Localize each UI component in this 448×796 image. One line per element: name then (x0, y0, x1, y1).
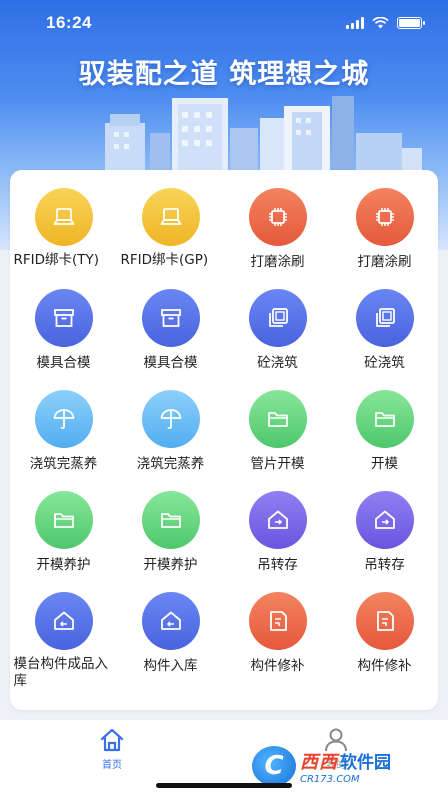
grid-item[interactable]: 模具合模 (117, 289, 224, 390)
grid-item[interactable]: 构件修补 (331, 592, 438, 693)
status-bar: 16:24 (0, 0, 448, 46)
status-icons (346, 17, 425, 29)
grid-item-label: 浇筑完蒸养 (136, 456, 205, 472)
grid-item[interactable]: 浇筑完蒸养 (10, 390, 117, 491)
house-transfer-icon (267, 510, 288, 529)
grid-item-label: 砼浇筑 (257, 355, 298, 371)
signal-icon (346, 17, 364, 29)
green-circle (141, 491, 200, 549)
blue-circle (248, 289, 307, 347)
grid-item-label: 吊转存 (257, 557, 298, 573)
grid-item-label: 构件入库 (143, 658, 198, 674)
grid-item-label: 打磨涂刷 (357, 254, 412, 270)
house-in-icon (160, 611, 181, 630)
grid-item-label: RFID绑卡(GP) (120, 252, 209, 268)
chip-icon (375, 208, 394, 226)
layers-icon (268, 308, 288, 327)
tablet-icon (160, 208, 181, 225)
sky-circle (34, 390, 93, 448)
grid-item[interactable]: 砼浇筑 (331, 289, 438, 390)
repair-doc-icon (376, 611, 394, 631)
status-time: 16:24 (46, 13, 92, 32)
grid-item[interactable]: 管片开模 (224, 390, 331, 491)
purple-circle (248, 491, 307, 549)
grid-item-label: 开模养护 (143, 557, 198, 573)
grid-item[interactable]: 开模养护 (10, 491, 117, 592)
grid-item-label: 模具合模 (36, 355, 91, 371)
green-circle (34, 491, 93, 549)
watermark: C 西西 软件园 CR173.COM (252, 744, 422, 788)
green-circle (355, 390, 414, 448)
box-icon (53, 309, 74, 327)
purple-circle (355, 491, 414, 549)
folder-icon (160, 513, 181, 528)
umbrella-icon (160, 409, 181, 430)
blue-circle (141, 592, 200, 650)
home-icon (100, 728, 124, 752)
sky-circle (141, 390, 200, 448)
grid-item[interactable]: RFID绑卡(GP) (117, 188, 224, 289)
grid-item-label: RFID绑卡(TY) (13, 252, 100, 268)
grid-item[interactable]: RFID绑卡(TY) (10, 188, 117, 289)
red-circle (355, 188, 414, 246)
grid-item-label: 浇筑完蒸养 (29, 456, 98, 472)
blue-circle (355, 289, 414, 347)
battery-icon (397, 17, 425, 29)
function-grid: RFID绑卡(TY) RFID绑卡(GP) 打磨涂刷 打磨涂刷模具合模 模具合模 砼浇筑 砼… (10, 188, 438, 693)
grid-item-label: 构件修补 (357, 658, 412, 674)
grid-item[interactable]: 打磨涂刷 (224, 188, 331, 289)
blue-circle (141, 289, 200, 347)
watermark-sub: 软件园 (340, 752, 391, 773)
grid-item[interactable]: 开模养护 (117, 491, 224, 592)
grid-item-label: 开模 (371, 456, 398, 472)
red-circle (355, 592, 414, 650)
tablet-icon (53, 208, 74, 225)
wifi-icon (372, 17, 389, 29)
yellow-circle (141, 188, 200, 246)
grid-item[interactable]: 浇筑完蒸养 (117, 390, 224, 491)
folder-icon (374, 412, 395, 427)
green-circle (248, 390, 307, 448)
watermark-name: 西西 (300, 751, 338, 773)
watermark-logo: C (252, 746, 296, 786)
chip-icon (268, 208, 287, 226)
grid-item[interactable]: 构件修补 (224, 592, 331, 693)
grid-item-label: 构件修补 (250, 658, 305, 674)
yellow-circle (34, 188, 93, 246)
grid-item[interactable]: 模具合模 (10, 289, 117, 390)
grid-item-label: 管片开模 (250, 456, 305, 472)
red-circle (248, 188, 307, 246)
home-indicator (156, 783, 292, 788)
house-in-icon (53, 611, 74, 630)
house-transfer-icon (374, 510, 395, 529)
red-circle (248, 592, 307, 650)
grid-item[interactable]: 吊转存 (331, 491, 438, 592)
grid-item-label: 模具合模 (143, 355, 198, 371)
grid-item[interactable]: 砼浇筑 (224, 289, 331, 390)
grid-item-label: 吊转存 (364, 557, 405, 573)
grid-item-label: 砼浇筑 (364, 355, 405, 371)
grid-item[interactable]: 打磨涂刷 (331, 188, 438, 289)
watermark-url: CR173.COM (300, 773, 360, 785)
grid-item[interactable]: 开模 (331, 390, 438, 491)
grid-item[interactable]: 构件入库 (117, 592, 224, 693)
grid-item[interactable]: 模台构件成品入库 (10, 592, 117, 693)
grid-item-label: 打磨涂刷 (250, 254, 305, 270)
blue-circle (34, 592, 93, 650)
function-card: RFID绑卡(TY) RFID绑卡(GP) 打磨涂刷 打磨涂刷模具合模 模具合模 砼浇筑 砼… (10, 170, 438, 710)
box-icon (160, 309, 181, 327)
repair-doc-icon (269, 611, 287, 631)
blue-circle (34, 289, 93, 347)
grid-item[interactable]: 吊转存 (224, 491, 331, 592)
layers-icon (375, 308, 395, 327)
umbrella-icon (53, 409, 74, 430)
folder-icon (267, 412, 288, 427)
grid-item-label: 模台构件成品入库 (13, 656, 109, 689)
folder-icon (53, 513, 74, 528)
slogan: 驭装配之道 筑理想之城 (78, 59, 370, 90)
grid-item-label: 开模养护 (36, 557, 91, 573)
nav-home-label: 首页 (102, 760, 122, 771)
